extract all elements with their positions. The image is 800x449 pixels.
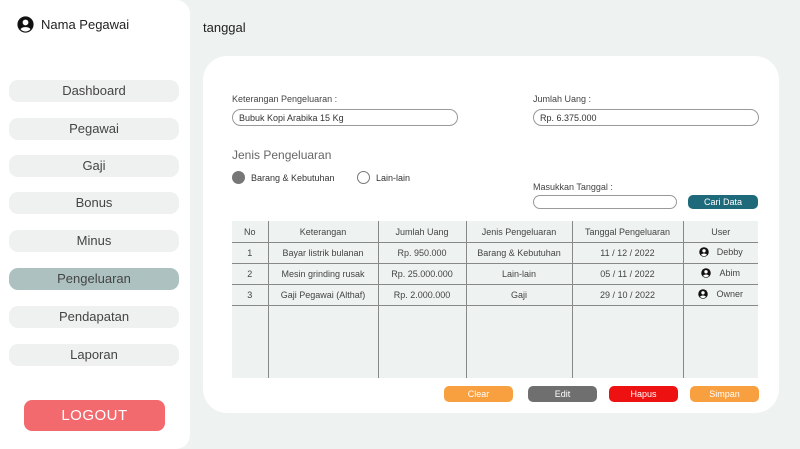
radio-label: Barang & Kebutuhan (251, 172, 335, 183)
user-profile[interactable]: Nama Pegawai (17, 16, 129, 33)
radio-unselected-icon (357, 171, 370, 184)
table-row[interactable]: 2 Mesin grinding rusak Rp. 25.000.000 La… (232, 263, 758, 285)
pengeluaran-table: No Keterangan Jumlah Uang Jenis Pengelua… (232, 221, 758, 378)
cell-keterangan: Gaji Pegawai (Althaf) (268, 284, 379, 306)
cell-jumlah-uang: Rp. 25.000.000 (378, 263, 467, 285)
cell-jenis-pengeluaran: Barang & Kebutuhan (466, 242, 573, 264)
column-header-tanggal-pengeluaran: Tanggal Pengeluaran (572, 221, 684, 243)
cell-keterangan: Bayar listrik bulanan (268, 242, 379, 264)
table-row[interactable]: 3 Gaji Pegawai (Althaf) Rp. 2.000.000 Ga… (232, 284, 758, 306)
simpan-button[interactable]: Simpan (690, 386, 759, 402)
user-name: Abim (719, 268, 740, 278)
radio-barang-kebutuhan[interactable]: Barang & Kebutuhan (232, 171, 335, 184)
sidebar-item-laporan[interactable]: Laporan (9, 344, 179, 366)
cell-no: 1 (232, 242, 269, 264)
keterangan-field[interactable]: Bubuk Kopi Arabika 15 Kg (232, 109, 458, 126)
sidebar-item-bonus[interactable]: Bonus (9, 192, 179, 214)
column-header-jenis-pengeluaran: Jenis Pengeluaran (466, 221, 573, 243)
cell-jumlah-uang: Rp. 950.000 (378, 242, 467, 264)
tanggal-input[interactable] (533, 195, 677, 209)
cell-tanggal: 05 / 11 / 2022 (572, 263, 684, 285)
page-title: tanggal (203, 20, 246, 35)
sidebar-item-gaji[interactable]: Gaji (9, 155, 179, 177)
user-icon (701, 268, 712, 278)
cari-data-button[interactable]: Cari Data (688, 195, 758, 209)
sidebar: Nama Pegawai Dashboard Pegawai Gaji Bonu… (0, 0, 190, 449)
jenis-pengeluaran-title: Jenis Pengeluaran (232, 148, 332, 162)
radio-selected-icon (232, 171, 245, 184)
cell-user: Abim (683, 263, 758, 285)
user-icon (698, 289, 709, 299)
jumlah-uang-field[interactable]: Rp. 6.375.000 (533, 109, 759, 126)
cell-jenis-pengeluaran: Lain-lain (466, 263, 573, 285)
table-row[interactable]: 1 Bayar listrik bulanan Rp. 950.000 Bara… (232, 242, 758, 264)
sidebar-item-pendapatan[interactable]: Pendapatan (9, 306, 179, 328)
table-header-row: No Keterangan Jumlah Uang Jenis Pengelua… (232, 221, 758, 243)
cell-tanggal: 11 / 12 / 2022 (572, 242, 684, 264)
sidebar-item-pegawai[interactable]: Pegawai (9, 118, 179, 140)
hapus-button[interactable]: Hapus (609, 386, 678, 402)
logout-button[interactable]: LOGOUT (24, 400, 165, 431)
cell-no: 3 (232, 284, 269, 306)
user-icon (698, 247, 709, 257)
edit-button[interactable]: Edit (528, 386, 597, 402)
radio-label: Lain-lain (376, 172, 411, 183)
column-header-jumlah-uang: Jumlah Uang (378, 221, 467, 243)
sidebar-item-minus[interactable]: Minus (9, 230, 179, 252)
column-header-keterangan: Keterangan (268, 221, 379, 243)
cell-no: 2 (232, 263, 269, 285)
cell-user: Debby (683, 242, 758, 264)
column-header-user: User (683, 221, 758, 243)
user-name: Debby (716, 247, 743, 257)
user-name: Nama Pegawai (41, 17, 130, 32)
cell-tanggal: 29 / 10 / 2022 (572, 284, 684, 306)
sidebar-item-pengeluaran[interactable]: Pengeluaran (9, 268, 179, 290)
tanggal-label: Masukkan Tanggal : (533, 182, 613, 192)
cell-jumlah-uang: Rp. 2.000.000 (378, 284, 467, 306)
cell-user: Owner (683, 284, 758, 306)
radio-lain-lain[interactable]: Lain-lain (357, 171, 410, 184)
column-header-no: No (232, 221, 269, 243)
clear-button[interactable]: Clear (444, 386, 513, 402)
sidebar-item-dashboard[interactable]: Dashboard (9, 80, 179, 102)
cell-keterangan: Mesin grinding rusak (268, 263, 379, 285)
user-name: Owner (716, 289, 743, 299)
table-empty-area (232, 305, 758, 378)
jumlah-uang-label: Jumlah Uang : (533, 94, 592, 104)
user-icon (17, 16, 34, 33)
cell-jenis-pengeluaran: Gaji (466, 284, 573, 306)
keterangan-label: Keterangan Pengeluaran : (232, 94, 338, 104)
